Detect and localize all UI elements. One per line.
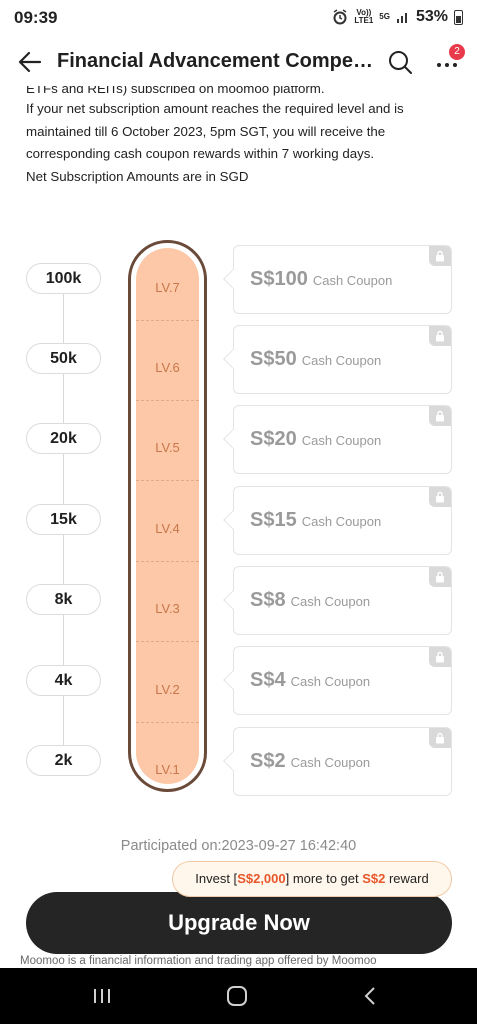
invest-tip-bubble: Invest [S$2,000] more to get S$2 reward bbox=[172, 861, 452, 897]
amount-pill: 8k bbox=[26, 584, 101, 615]
coupon-amount: S$50 bbox=[250, 348, 297, 370]
coupon-label: Cash Coupon bbox=[290, 755, 371, 770]
amount-pill: 2k bbox=[26, 745, 101, 776]
volte-indicator: Vo)) LTE1 bbox=[354, 8, 374, 25]
coupon-card-lv5[interactable]: S$20 Cash Coupon bbox=[223, 405, 452, 475]
amount-pill: 20k bbox=[26, 423, 101, 454]
level-label: LV.4 bbox=[155, 521, 180, 536]
recent-apps-icon[interactable] bbox=[90, 984, 114, 1008]
level-divider bbox=[136, 480, 199, 481]
coupon-amount: S$8 bbox=[250, 589, 286, 611]
currency-note: Net Subscription Amounts are in SGD bbox=[26, 168, 249, 184]
coupon-amount: S$4 bbox=[250, 669, 286, 691]
coupon-label: Cash Coupon bbox=[301, 433, 382, 448]
5g-indicator: 5G bbox=[379, 12, 390, 21]
battery-icon bbox=[454, 9, 463, 25]
amount-pill: 15k bbox=[26, 504, 101, 535]
coupon-card-lv3[interactable]: S$8 Cash Coupon bbox=[223, 566, 452, 636]
coupon-notch bbox=[223, 590, 243, 610]
tip-prefix: Invest [ bbox=[195, 871, 238, 886]
rules-text: ETFs and REITs) subscribed on moomoo pla… bbox=[26, 86, 456, 188]
level-progress-tube: LV.7 LV.6 LV.5 LV.4 LV.3 LV.2 LV.1 bbox=[128, 240, 207, 792]
notification-badge: 2 bbox=[449, 44, 465, 60]
home-icon[interactable] bbox=[225, 984, 249, 1008]
coupon-label: Cash Coupon bbox=[290, 594, 371, 609]
tip-suffix: reward bbox=[385, 871, 429, 886]
coupon-card-lv4[interactable]: S$15 Cash Coupon bbox=[223, 486, 452, 556]
rules-cut-line: ETFs and REITs) subscribed on moomoo pla… bbox=[26, 86, 325, 96]
tip-reward: S$2 bbox=[362, 871, 386, 886]
coupon-notch bbox=[223, 349, 243, 369]
level-divider bbox=[136, 722, 199, 723]
lock-icon bbox=[429, 728, 451, 748]
status-icons: Vo)) LTE1 5G 53% bbox=[332, 8, 463, 26]
status-bar: 09:39 Vo)) LTE1 5G 53% bbox=[0, 0, 477, 36]
status-time: 09:39 bbox=[14, 8, 58, 27]
upgrade-now-button[interactable]: Upgrade Now bbox=[26, 892, 452, 954]
coupon-card-lv2[interactable]: S$4 Cash Coupon bbox=[223, 646, 452, 716]
level-label: LV.3 bbox=[155, 601, 180, 616]
coupon-notch bbox=[223, 751, 243, 771]
rules-paragraph: If your net subscription amount reaches … bbox=[26, 101, 404, 161]
tip-middle: ] more to get bbox=[285, 871, 363, 886]
coupon-text: S$2 Cash Coupon bbox=[250, 728, 370, 797]
level-label: LV.5 bbox=[155, 440, 180, 455]
coupon-card-lv6[interactable]: S$50 Cash Coupon bbox=[223, 325, 452, 395]
lock-icon bbox=[429, 647, 451, 667]
battery-percent: 53% bbox=[415, 8, 448, 25]
level-label: LV.1 bbox=[155, 762, 180, 777]
coupon-amount: S$15 bbox=[250, 509, 297, 531]
coupon-amount: S$100 bbox=[250, 268, 308, 290]
coupon-text: S$15 Cash Coupon bbox=[250, 487, 381, 556]
lock-icon bbox=[429, 246, 451, 266]
signal-icon bbox=[396, 13, 407, 23]
coupon-label: Cash Coupon bbox=[312, 273, 393, 288]
coupon-text: S$50 Cash Coupon bbox=[250, 326, 381, 395]
coupon-label: Cash Coupon bbox=[301, 514, 382, 529]
lock-icon bbox=[429, 326, 451, 346]
coupon-text: S$4 Cash Coupon bbox=[250, 647, 370, 716]
amount-pill: 4k bbox=[26, 665, 101, 696]
coupon-notch bbox=[223, 510, 243, 530]
amount-pill: 50k bbox=[26, 343, 101, 374]
coupon-notch bbox=[223, 670, 243, 690]
coupon-card-lv1[interactable]: S$2 Cash Coupon bbox=[223, 727, 452, 797]
disclaimer-text: Moomoo is a financial information and tr… bbox=[20, 955, 377, 967]
coupon-notch bbox=[223, 429, 243, 449]
lock-icon bbox=[429, 487, 451, 507]
level-label: LV.2 bbox=[155, 682, 180, 697]
level-label: LV.6 bbox=[155, 360, 180, 375]
back-icon[interactable] bbox=[359, 984, 383, 1008]
level-label: LV.7 bbox=[155, 280, 180, 295]
alarm-icon bbox=[333, 9, 347, 25]
coupon-amount: S$20 bbox=[250, 428, 297, 450]
app-header: Financial Advancement Compet... 2 bbox=[0, 36, 477, 90]
system-nav-bar bbox=[0, 968, 477, 1024]
tip-amount: S$2,000 bbox=[237, 871, 286, 886]
lock-icon bbox=[429, 406, 451, 426]
coupon-card-lv7[interactable]: S$100 Cash Coupon bbox=[223, 245, 452, 315]
amount-pill: 100k bbox=[26, 263, 101, 294]
level-divider bbox=[136, 320, 199, 321]
level-divider bbox=[136, 641, 199, 642]
search-icon[interactable] bbox=[387, 49, 413, 75]
page-title: Financial Advancement Compet... bbox=[57, 50, 375, 72]
coupon-text: S$100 Cash Coupon bbox=[250, 246, 392, 315]
coupon-text: S$20 Cash Coupon bbox=[250, 406, 381, 475]
coupon-label: Cash Coupon bbox=[301, 353, 382, 368]
participated-timestamp: Participated on:2023-09-27 16:42:40 bbox=[120, 838, 357, 854]
level-progress-fill: LV.7 LV.6 LV.5 LV.4 LV.3 LV.2 LV.1 bbox=[136, 248, 199, 784]
coupon-amount: S$2 bbox=[250, 750, 286, 772]
back-arrow-icon[interactable] bbox=[16, 48, 44, 76]
coupon-text: S$8 Cash Coupon bbox=[250, 567, 370, 636]
lock-icon bbox=[429, 567, 451, 587]
level-divider bbox=[136, 561, 199, 562]
coupon-notch bbox=[223, 269, 243, 289]
level-divider bbox=[136, 400, 199, 401]
coupon-label: Cash Coupon bbox=[290, 674, 371, 689]
